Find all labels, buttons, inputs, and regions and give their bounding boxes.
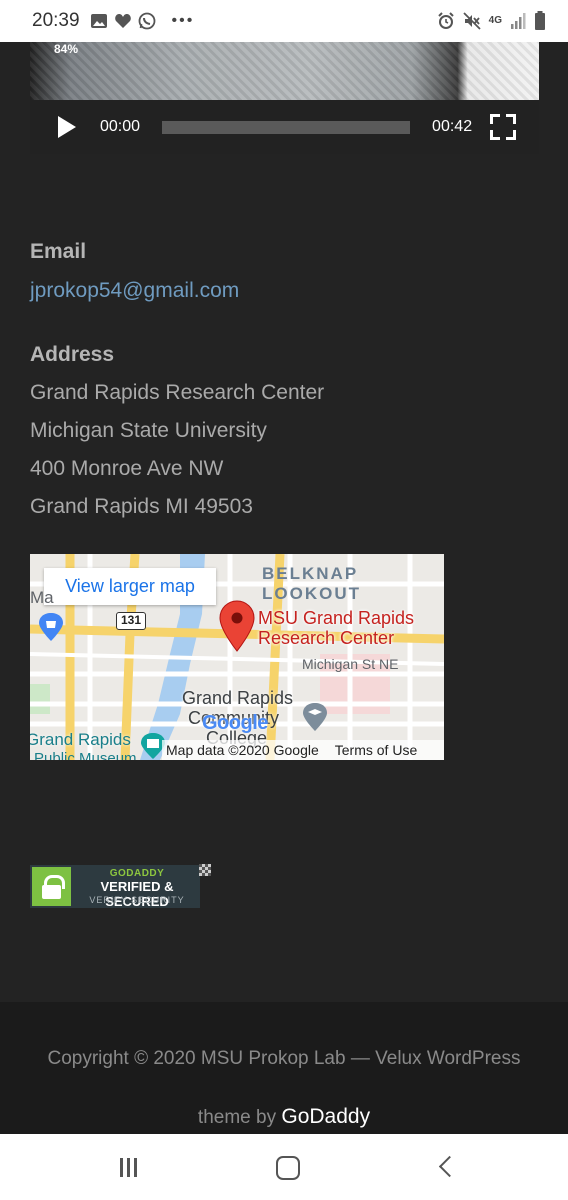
play-button[interactable] [56, 115, 78, 139]
badge-brand: GODADDY [109, 868, 165, 879]
email-link[interactable]: jprokop54@gmail.com [30, 279, 239, 303]
image-icon [90, 14, 107, 28]
email-label: Email [30, 240, 87, 263]
school-icon [303, 703, 327, 731]
battery-icon [535, 11, 545, 30]
video-frame[interactable]: 84% [30, 42, 539, 100]
mute-icon [463, 12, 481, 30]
badge-subtitle: VERIFY SECURITY [89, 895, 185, 905]
status-bar: 20:39 ••• 4G [0, 0, 568, 42]
theme-credit: theme by GoDaddy [0, 1105, 568, 1129]
whatsapp-icon [138, 12, 155, 30]
duration: 00:42 [432, 118, 473, 135]
view-larger-map-link[interactable]: View larger map [44, 568, 216, 605]
address-line: Michigan State University [30, 419, 267, 442]
address-label: Address [30, 343, 115, 366]
map-marker-icon[interactable] [218, 600, 256, 652]
fullscreen-icon[interactable] [490, 114, 517, 140]
map-area-label: LOOKOUT [262, 584, 361, 603]
map-data-credit: Map data ©2020 Google [166, 742, 319, 758]
video-controls: 00:00 00:42 [30, 100, 539, 154]
place-label: Grand Rapids [182, 688, 294, 708]
video-overlay-text: 84% [54, 42, 79, 56]
network-type: 4G [488, 15, 502, 26]
address-line: 400 Monroe Ave NW [30, 457, 224, 480]
back-icon[interactable] [426, 1152, 466, 1182]
system-icons: 4G [437, 11, 546, 31]
page-content: 84% 00:00 00:42 Email jprokop54@gmail.co… [0, 42, 568, 1134]
address-line: Grand Rapids Research Center [30, 381, 325, 404]
map-attribution: Map data ©2020 Google Terms of Use [162, 740, 444, 760]
navigation-bar [0, 1134, 568, 1200]
alarm-icon [437, 12, 454, 29]
theme-prefix: theme by [197, 1107, 282, 1128]
address-line: Grand Rapids MI 49503 [30, 495, 253, 518]
terms-of-use-link[interactable]: Terms of Use [335, 742, 417, 758]
video-player[interactable]: 84% 00:00 00:42 [30, 42, 539, 154]
security-badge[interactable]: GODADDY VERIFIED & SECURED VERIFY SECURI… [30, 865, 200, 909]
site-footer: Copyright © 2020 MSU Prokop Lab — Velux … [0, 1002, 568, 1134]
seek-bar[interactable] [162, 120, 411, 134]
signal-icon [511, 13, 526, 29]
recent-apps-icon[interactable] [108, 1152, 148, 1182]
street-label: Michigan St NE [302, 656, 399, 672]
copyright-text: Copyright © 2020 MSU Prokop Lab — Velux … [47, 1048, 521, 1069]
place-label: Grand Rapids [30, 730, 131, 749]
godaddy-link[interactable]: GoDaddy [281, 1105, 370, 1128]
marker-label: Research Center [258, 628, 395, 648]
clock: 20:39 [32, 10, 80, 31]
map-edge-label: Ma [30, 588, 54, 607]
place-label: Public Museum [34, 750, 137, 760]
heart-icon [114, 14, 131, 28]
home-icon[interactable] [266, 1152, 306, 1182]
more-dots-icon: ••• [171, 12, 195, 29]
current-time: 00:00 [100, 118, 141, 135]
embedded-map[interactable]: View larger map Ma BELKNAP LOOKOUT 131 M… [30, 554, 444, 760]
lock-icon [32, 867, 71, 906]
google-logo: Google [202, 712, 268, 734]
notification-icons: ••• [90, 12, 195, 30]
highway-shield: 131 [116, 612, 146, 630]
map-area-label: BELKNAP [262, 564, 359, 583]
shopping-icon [39, 613, 63, 641]
marker-label: MSU Grand Rapids [258, 608, 415, 628]
badge-info-icon [199, 864, 211, 876]
